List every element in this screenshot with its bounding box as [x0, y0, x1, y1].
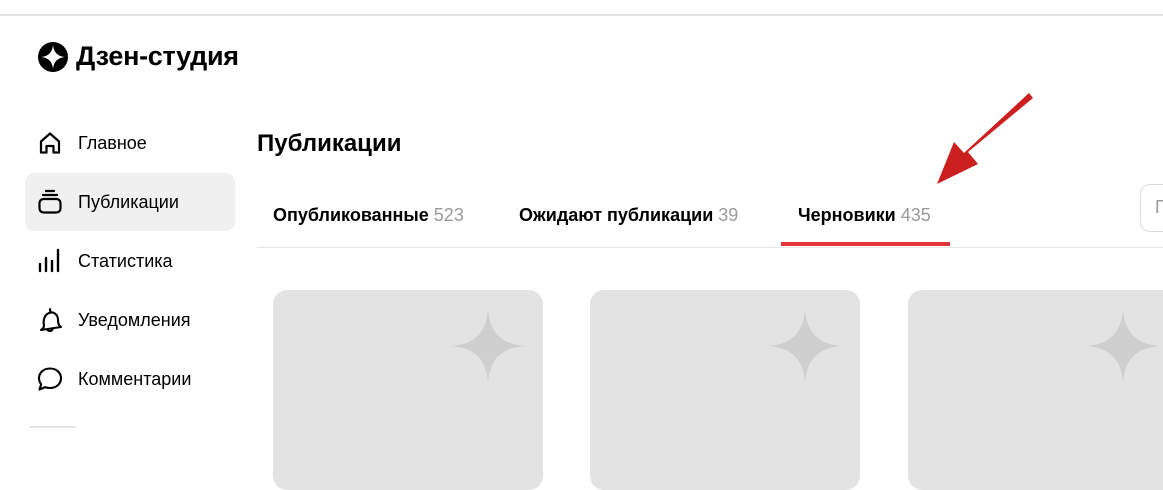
sidebar-nav: Главное Публикации Статистика Уведомлени…	[25, 114, 235, 409]
tab-label: Опубликованные	[273, 205, 429, 225]
sidebar-item-statistics[interactable]: Статистика	[25, 232, 235, 290]
tab-count: 523	[433, 205, 464, 225]
bell-icon	[36, 306, 64, 334]
tab-label: Ожидают публикации	[519, 205, 714, 225]
sidebar-item-label: Уведомления	[78, 309, 191, 330]
search-input[interactable]: П	[1140, 184, 1163, 232]
active-tab-indicator	[781, 242, 950, 246]
tab-label: Черновики	[798, 205, 896, 225]
sidebar-item-label: Публикации	[78, 191, 179, 212]
page-title: Публикации	[257, 130, 402, 157]
sidebar-item-label: Главное	[78, 132, 147, 153]
tab-scheduled[interactable]: Ожидают публикации 39	[519, 185, 738, 246]
tab-published[interactable]: Опубликованные 523	[273, 185, 464, 246]
top-divider	[0, 14, 1163, 16]
sparkle-placeholder-icon	[451, 309, 525, 383]
tab-count: 39	[718, 205, 739, 225]
app-logo-text: Дзен-студия	[76, 41, 239, 71]
publications-icon	[36, 188, 64, 216]
sparkle-placeholder-icon	[768, 309, 842, 383]
sidebar-divider	[30, 426, 76, 428]
home-icon	[36, 129, 64, 157]
tab-drafts[interactable]: Черновики 435	[798, 185, 931, 246]
sidebar-item-main[interactable]: Главное	[25, 114, 235, 172]
comment-bubble-icon	[36, 365, 64, 393]
draft-card[interactable]	[908, 290, 1163, 490]
sidebar-item-label: Статистика	[78, 250, 173, 271]
sparkle-placeholder-icon	[1086, 309, 1160, 383]
sidebar-item-publications[interactable]: Публикации	[25, 173, 235, 231]
app-logo[interactable]: Дзен-студия	[38, 41, 239, 72]
publication-tabs: Опубликованные 523 Ожидают публикации 39…	[257, 185, 1163, 248]
dzen-logo-icon	[38, 41, 68, 72]
tab-count: 435	[900, 205, 931, 225]
draft-card[interactable]	[273, 290, 543, 490]
sidebar-item-label: Комментарии	[78, 368, 192, 389]
draft-card[interactable]	[590, 290, 860, 490]
red-annotation-arrow	[937, 93, 1033, 184]
bar-chart-icon	[36, 247, 64, 275]
sidebar-item-notifications[interactable]: Уведомления	[25, 291, 235, 349]
sidebar-item-comments[interactable]: Комментарии	[25, 350, 235, 408]
